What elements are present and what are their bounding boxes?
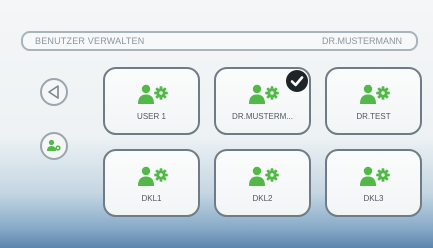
user-tile-label: DR.MUSTERM... [232,112,293,121]
selected-badge [286,70,308,92]
user-tile-label: DKL3 [363,194,384,203]
user-tile-dkl2[interactable]: DKL2 [214,149,311,217]
add-user-button[interactable] [40,132,68,160]
user-settings-icon [249,166,279,186]
user-tile-label: DR.TEST [356,112,391,121]
user-tile-label: DKL1 [141,194,162,203]
user-tile-dkl3[interactable]: DKL3 [325,149,422,217]
user-tile-dr-test[interactable]: DR.TEST [325,67,422,135]
user-settings-icon [47,139,61,151]
user-tile-label: DKL2 [252,194,273,203]
user-settings-icon [360,166,390,186]
current-user-name: DR.MUSTERMANN [322,36,402,46]
back-button[interactable] [40,78,68,106]
user-tile-dkl1[interactable]: DKL1 [103,149,200,217]
user-tile-user1[interactable]: USER 1 [103,67,200,135]
user-settings-icon [249,84,279,104]
back-arrow-icon [48,85,59,99]
user-settings-icon [360,84,390,104]
user-settings-icon [138,166,168,186]
checkmark-icon [290,76,304,87]
user-settings-icon [138,84,168,104]
title-bar: BENUTZER VERWALTEN DR.MUSTERMANN [21,31,418,51]
user-tile-label: USER 1 [137,112,166,121]
user-management-screen: BENUTZER VERWALTEN DR.MUSTERMANN USER 1 … [0,0,433,248]
page-title: BENUTZER VERWALTEN [35,36,145,46]
